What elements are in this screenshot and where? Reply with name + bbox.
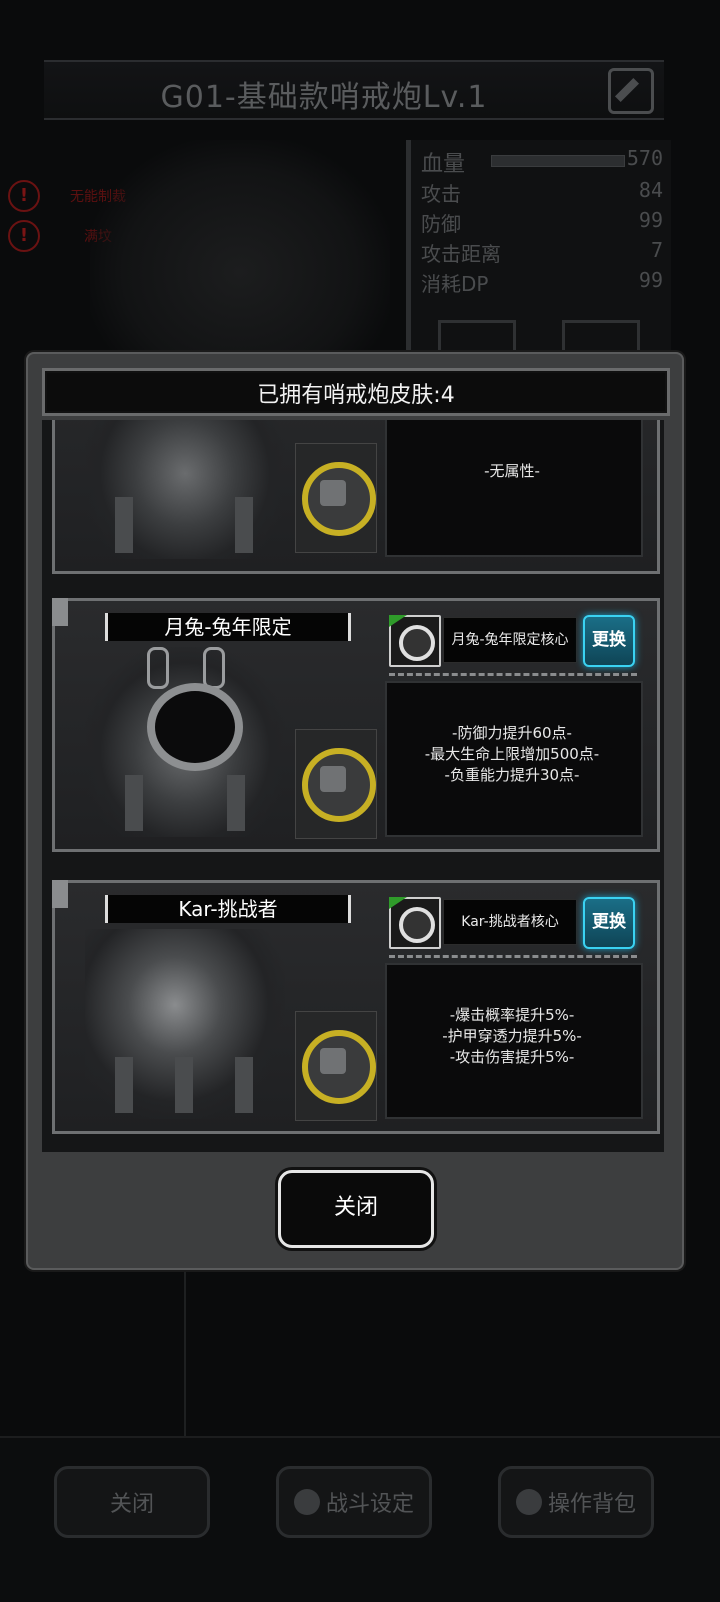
- swap-button[interactable]: 更换: [583, 897, 635, 949]
- stat-attack: 攻击 84: [421, 178, 663, 206]
- gear-icon: [293, 1489, 320, 1515]
- skin-thumbnail: [295, 729, 377, 839]
- turret-title: G01-基础款哨戒炮Lv.1: [160, 80, 488, 115]
- swap-button[interactable]: 更换: [583, 615, 635, 667]
- core-name: Kar-挑战者核心: [443, 899, 577, 945]
- turret-title-bar: G01-基础款哨戒炮Lv.1: [44, 60, 664, 120]
- effect-line: -攻击伤害提升5%-: [449, 1048, 575, 1066]
- core-icon[interactable]: [389, 615, 441, 667]
- skin-name: 月兔-兔年限定: [105, 613, 351, 641]
- effect-line: -防御力提升60点-: [452, 724, 572, 742]
- skin-art: [85, 929, 285, 1119]
- warning-icon: !: [8, 220, 40, 252]
- skin-effects-panel: [385, 420, 643, 557]
- effect-line: -爆击概率提升5%-: [449, 1006, 575, 1024]
- skin-thumbnail: [295, 1011, 377, 1121]
- stat-defense: 防御 99: [421, 208, 663, 236]
- effect-line: -无属性-: [484, 462, 540, 480]
- divider: [389, 673, 637, 676]
- skin-list[interactable]: -无属性- 月兔-兔年限定 月兔-兔年限定核心 更换 -防御力提升60点- -最…: [42, 420, 664, 1152]
- skin-card[interactable]: 月兔-兔年限定 月兔-兔年限定核心 更换 -防御力提升60点- -最大生命上限增…: [52, 598, 660, 852]
- skin-effects: -无属性-: [385, 461, 639, 482]
- stat-dp-cost: 消耗DP 99: [421, 268, 663, 296]
- modal-title: 已拥有哨戒炮皮肤:4: [257, 383, 455, 408]
- skin-thumbnail: [295, 443, 377, 553]
- skin-card[interactable]: -无属性-: [52, 420, 660, 574]
- edit-icon[interactable]: [608, 68, 654, 114]
- backpack-button[interactable]: 操作背包: [498, 1466, 654, 1538]
- skin-art: [85, 420, 285, 559]
- core-icon[interactable]: [389, 897, 441, 949]
- effect-line: -护甲穿透力提升5%-: [442, 1027, 582, 1045]
- hp-bar: [491, 155, 625, 167]
- core-name: 月兔-兔年限定核心: [443, 617, 577, 663]
- backpack-icon: [515, 1489, 542, 1515]
- warning-icon: !: [8, 180, 40, 212]
- skin-card[interactable]: Kar-挑战者 Kar-挑战者核心 更换 -爆击概率提升5%- -护甲穿透力提升…: [52, 880, 660, 1134]
- skin-name: Kar-挑战者: [105, 895, 351, 923]
- close-button[interactable]: 关闭: [278, 1170, 434, 1248]
- effect-line: -负重能力提升30点-: [444, 766, 580, 784]
- core-slot: 月兔-兔年限定核心 更换: [385, 611, 639, 667]
- turret-preview: [90, 140, 390, 360]
- skin-effects: -防御力提升60点- -最大生命上限增加500点- -负重能力提升30点-: [385, 723, 639, 786]
- bg-close-button[interactable]: 关闭: [54, 1466, 210, 1538]
- divider: [184, 1266, 186, 1436]
- skin-art: [85, 647, 285, 837]
- skin-modal: 已拥有哨戒炮皮肤:4 -无属性- 月兔-兔年限定 月兔-兔年限定核心 更换 -防…: [26, 352, 684, 1270]
- effect-line: -最大生命上限增加500点-: [424, 745, 600, 763]
- skin-effects: -爆击概率提升5%- -护甲穿透力提升5%- -攻击伤害提升5%-: [385, 1005, 639, 1068]
- core-slot: Kar-挑战者核心 更换: [385, 893, 639, 949]
- stat-range: 攻击距离 7: [421, 238, 663, 266]
- modal-header: 已拥有哨戒炮皮肤:4: [42, 368, 670, 416]
- divider: [389, 955, 637, 958]
- stat-hp: 血量 570: [421, 146, 663, 177]
- battle-settings-button[interactable]: 战斗设定: [276, 1466, 432, 1538]
